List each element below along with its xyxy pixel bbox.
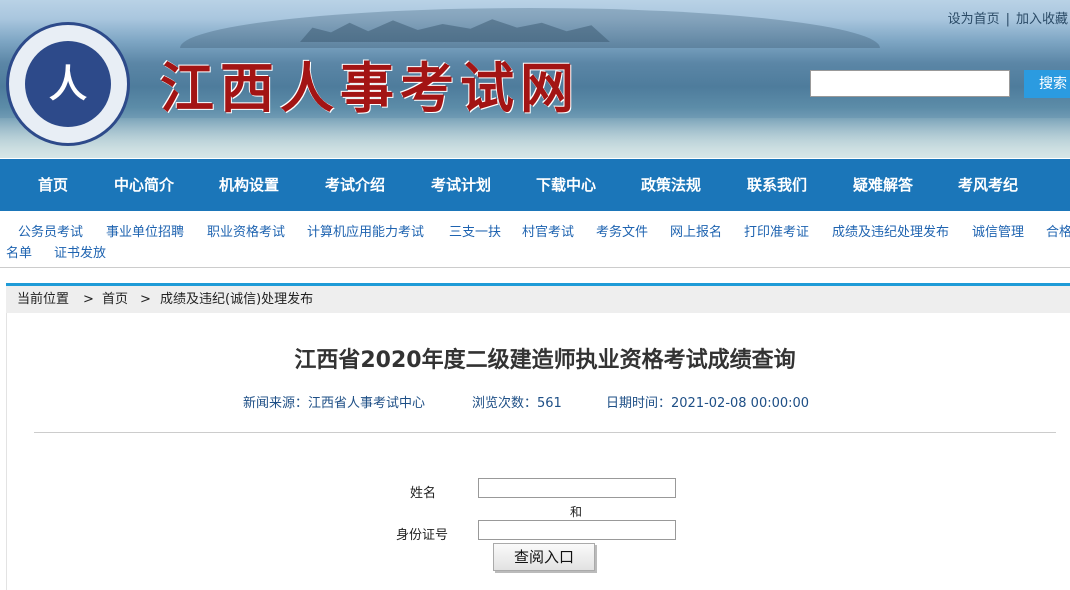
breadcrumb-separator: > — [83, 292, 94, 307]
article-views: 浏览次数：561 — [472, 396, 562, 411]
sub-nav: 公务员考试 事业单位招聘 职业资格考试 计算机应用能力考试 三支一扶 村官考试 … — [0, 211, 1070, 268]
nav-item-downloads[interactable]: 下载中心 — [536, 159, 596, 211]
name-label: 姓名 — [410, 486, 437, 501]
article-source: 新闻来源：江西省人事考试中心 — [243, 396, 426, 411]
nav-item-faq[interactable]: 疑难解答 — [853, 159, 913, 211]
subnav-item-village-official[interactable]: 村官考试 — [522, 221, 574, 240]
top-links-separator: | — [1005, 12, 1010, 27]
query-entry-button[interactable]: 查阅入口 — [493, 543, 595, 571]
add-favorite-link[interactable]: 加入收藏 — [1016, 12, 1068, 27]
search-input[interactable] — [810, 70, 1010, 97]
subnav-item-professional-qualification[interactable]: 职业资格考试 — [207, 221, 285, 240]
and-text: 和 — [570, 505, 583, 519]
header-banner-shore — [0, 118, 1070, 158]
subnav-item-civil-servant[interactable]: 公务员考试 — [18, 221, 83, 240]
site-logo[interactable]: 人 — [6, 22, 130, 146]
logo-emblem: 人 — [25, 41, 111, 127]
article-title: 江西省2020年度二级建造师执业资格考试成绩查询 — [294, 348, 796, 373]
subnav-item-online-registration[interactable]: 网上报名 — [670, 221, 722, 240]
set-homepage-link[interactable]: 设为首页 — [948, 12, 1000, 27]
subnav-item-qualified[interactable]: 合格 — [1046, 221, 1070, 240]
nav-item-contact[interactable]: 联系我们 — [747, 159, 807, 211]
subnav-item-integrity[interactable]: 诚信管理 — [972, 221, 1024, 240]
breadcrumb-home-link[interactable]: 首页 — [102, 286, 128, 313]
subnav-item-computer-skills[interactable]: 计算机应用能力考试 — [307, 221, 424, 240]
nav-item-home[interactable]: 首页 — [38, 159, 68, 211]
top-links: 设为首页 | 加入收藏 — [948, 8, 1068, 27]
subnav-item-list[interactable]: 名单 — [6, 242, 32, 261]
article-date: 日期时间：2021-02-08 00:00:00 — [606, 396, 810, 411]
main-nav: 首页 中心简介 机构设置 考试介绍 考试计划 下载中心 政策法规 联系我们 疑难… — [0, 159, 1070, 211]
nav-item-about[interactable]: 中心简介 — [114, 159, 174, 211]
subnav-item-public-institution[interactable]: 事业单位招聘 — [106, 221, 184, 240]
subnav-item-certificate[interactable]: 证书发放 — [54, 242, 106, 261]
subnav-item-three-supports[interactable]: 三支一扶 — [449, 221, 501, 240]
id-number-field[interactable] — [478, 520, 676, 540]
nav-item-exam-plan[interactable]: 考试计划 — [431, 159, 491, 211]
site-header: 人 江西人事考试网 设为首页 | 加入收藏 搜索 — [0, 0, 1070, 158]
article-divider — [34, 432, 1056, 433]
search-button[interactable]: 搜索 — [1024, 70, 1070, 98]
subnav-item-scores-violations[interactable]: 成绩及违纪处理发布 — [832, 221, 949, 240]
id-number-label: 身份证号 — [396, 528, 449, 543]
nav-item-discipline[interactable]: 考风考纪 — [958, 159, 1018, 211]
subnav-item-exam-documents[interactable]: 考务文件 — [596, 221, 648, 240]
nav-item-organization[interactable]: 机构设置 — [219, 159, 279, 211]
breadcrumb-separator: > — [140, 292, 151, 307]
nav-item-policy[interactable]: 政策法规 — [641, 159, 701, 211]
subnav-item-print-admission[interactable]: 打印准考证 — [744, 221, 809, 240]
name-field[interactable] — [478, 478, 676, 498]
breadcrumb: 当前位置 > 首页 > 成绩及违纪(诚信)处理发布 — [6, 283, 1070, 313]
nav-item-exam-intro[interactable]: 考试介绍 — [325, 159, 385, 211]
breadcrumb-label: 当前位置 — [17, 292, 70, 307]
site-title: 江西人事考试网 — [160, 56, 580, 120]
breadcrumb-current[interactable]: 成绩及违纪(诚信)处理发布 — [160, 286, 313, 313]
